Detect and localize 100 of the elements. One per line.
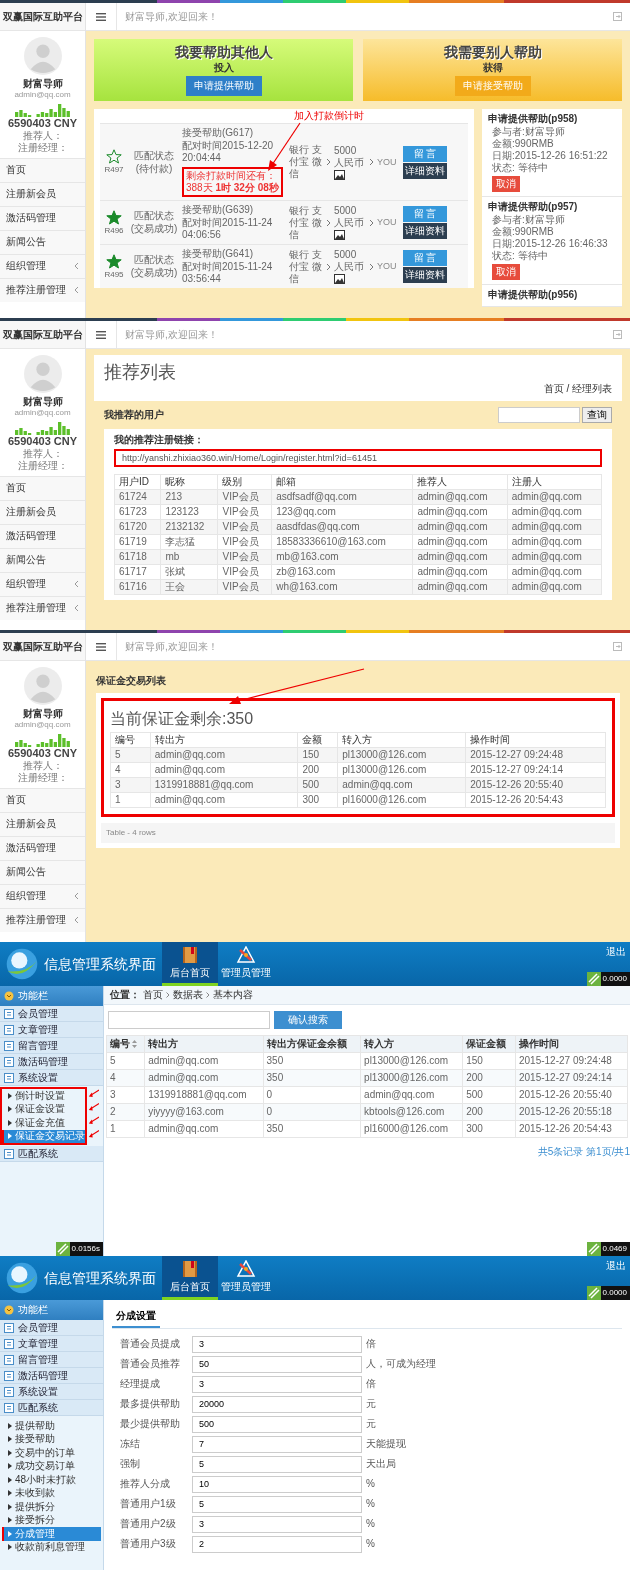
manager-label: 注册经理： [17,459,68,472]
details-button[interactable]: 详细资料 [403,162,447,179]
sidebar-item[interactable]: 文章管理 [0,1336,103,1352]
submenu-item[interactable]: 接受帮助 [2,1432,101,1446]
column-header: 转出方保证金余额 [263,1035,361,1053]
setting-field[interactable]: 5 [192,1455,362,1473]
logout-link[interactable]: 退出 [606,946,626,958]
countdown-time: 388天 1时 32分 08秒 [186,182,279,194]
menu-item[interactable]: 推荐注册管理 [0,595,85,620]
menu-item[interactable]: 推荐注册管理 [0,277,85,302]
submenu-item[interactable]: 未收到款 [2,1486,101,1500]
order-text: 接受帮助(G617) [182,127,254,139]
menu-item[interactable]: 组织管理 [0,253,85,278]
sidebar-item[interactable]: 留言管理 [0,1038,103,1054]
column-header: 编号 [110,732,151,748]
nav-tab[interactable]: 后台首页 [162,942,218,986]
search-button[interactable]: 查询 [582,406,612,423]
submenu-item[interactable]: 分成管理 [2,1527,101,1541]
logout-link[interactable]: 退出 [606,1260,626,1272]
field-label: 强制 [120,1458,141,1470]
sidebar-item[interactable]: 会员管理 [0,1320,103,1336]
menu-item[interactable]: 激活码管理 [0,205,85,230]
field-label: 普通用户3级 [120,1538,177,1550]
menu-item[interactable]: 首页 [0,475,85,500]
menu-item[interactable]: 新闻公告 [0,229,85,254]
submenu-item[interactable]: 提供帮助 [2,1419,101,1433]
setting-field[interactable]: 20000 [192,1395,362,1413]
breadcrumb-link[interactable]: 数据表 [173,989,203,1001]
referrer-label: 推荐人： [22,129,63,142]
unit-text: 元 [366,1418,376,1430]
breadcrumb-link[interactable]: 基本内容 [213,989,253,1001]
menu-item[interactable]: 首页 [0,787,85,812]
nav-tab[interactable]: 后台首页 [162,1256,218,1300]
receiver-text: YOU [377,261,398,272]
sidebar-item[interactable]: 会员管理 [0,1006,103,1022]
menu-item[interactable]: 注册新会员 [0,811,85,836]
submenu-item[interactable]: 提供拆分 [2,1500,101,1514]
receiver-text: YOU [377,156,398,168]
table-cell: VIP会员 [217,534,272,550]
cancel-button[interactable]: 取消 [492,264,520,280]
nav-tab[interactable]: 管理员管理 [218,1256,274,1300]
submenu-item[interactable]: 保证金设置 [2,1102,85,1116]
setting-field[interactable]: 3 [192,1515,362,1533]
settings-tab[interactable]: 分成设置 [112,1306,160,1328]
apply-button[interactable]: 申请提供帮助 [185,76,262,97]
nav-tab[interactable]: 管理员管理 [218,942,274,986]
menu-item[interactable]: 激活码管理 [0,523,85,548]
submenu-item[interactable]: 成功交易订单 [2,1459,101,1473]
menu-item[interactable]: 新闻公告 [0,547,85,572]
menu-item[interactable]: 新闻公告 [0,859,85,884]
setting-field[interactable]: 2 [192,1535,362,1553]
setting-field[interactable]: 50 [192,1355,362,1373]
menu-item[interactable]: 注册新会员 [0,499,85,524]
sidebar-item[interactable]: 系统设置 [0,1070,103,1086]
sidebar-item[interactable]: 激活码管理 [0,1368,103,1384]
section-title: 保证金交易列表 [96,675,167,687]
breadcrumb-link[interactable]: 首页 [143,989,163,1001]
link-field[interactable]: http://yanshi.zhixiao360.win/Home/Login/register.html?id=61451 [114,448,602,467]
status-text: (待付款) [135,162,173,175]
sidebar-item[interactable]: 系统设置 [0,1384,103,1400]
menu-item[interactable]: 推荐注册管理 [0,907,85,932]
table-cell: VIP会员 [217,504,272,520]
submenu-item[interactable]: 收款前利息管理 [2,1540,101,1554]
table-cell: 李志猛 [160,534,218,550]
welcome-text: 财富导师,欢迎回来！ [125,10,219,23]
sidebar-item[interactable]: 激活码管理 [0,1054,103,1070]
sidebar-item[interactable]: 留言管理 [0,1352,103,1368]
setting-field[interactable]: 3 [192,1335,362,1353]
order-text: 接受帮助(G639) [182,204,254,216]
welcome-text: 财富导师,欢迎回来！ [125,328,219,341]
sidebar-item[interactable]: 匹配系统 [0,1146,103,1162]
unit-text: % [366,1498,375,1510]
submenu-item[interactable]: 交易中的订单 [2,1446,101,1460]
submenu-item[interactable]: 保证金充值 [2,1116,85,1130]
details-button[interactable]: 详细资料 [403,267,447,283]
column-header: 昵称 [160,474,218,490]
setting-field[interactable]: 500 [192,1415,362,1433]
details-button[interactable]: 详细资料 [403,223,447,239]
menu-item[interactable]: 注册新会员 [0,181,85,206]
setting-field[interactable]: 5 [192,1495,362,1513]
setting-field[interactable]: 3 [192,1375,362,1393]
request-title: 申请提供帮助(p957) [488,201,578,213]
submenu-item[interactable]: 48小时未打款 [2,1473,101,1487]
submenu-item[interactable]: 保证金交易记录 [2,1129,85,1143]
pair-time: 配对时间2015-11-24 04:06:56 [182,217,274,241]
menu-item[interactable]: 首页 [0,157,85,182]
page-title: 推荐列表 [104,361,177,383]
column-header: 操作时间 [515,1035,628,1053]
table-cell: admin@qq.com [412,534,508,550]
menu-item[interactable]: 组织管理 [0,571,85,596]
setting-field[interactable]: 7 [192,1435,362,1453]
request-detail: 状态: 等待中 [491,162,548,174]
sidebar-item[interactable]: 文章管理 [0,1022,103,1038]
setting-field[interactable]: 10 [192,1475,362,1493]
menu-item[interactable]: 激活码管理 [0,835,85,860]
submenu-item[interactable]: 倒计时设置 [2,1089,85,1103]
submenu-item[interactable]: 接受拆分 [2,1513,101,1527]
sidebar-item[interactable]: 匹配系统 [0,1400,103,1416]
menu-item[interactable]: 组织管理 [0,883,85,908]
cancel-button[interactable]: 取消 [492,176,520,192]
